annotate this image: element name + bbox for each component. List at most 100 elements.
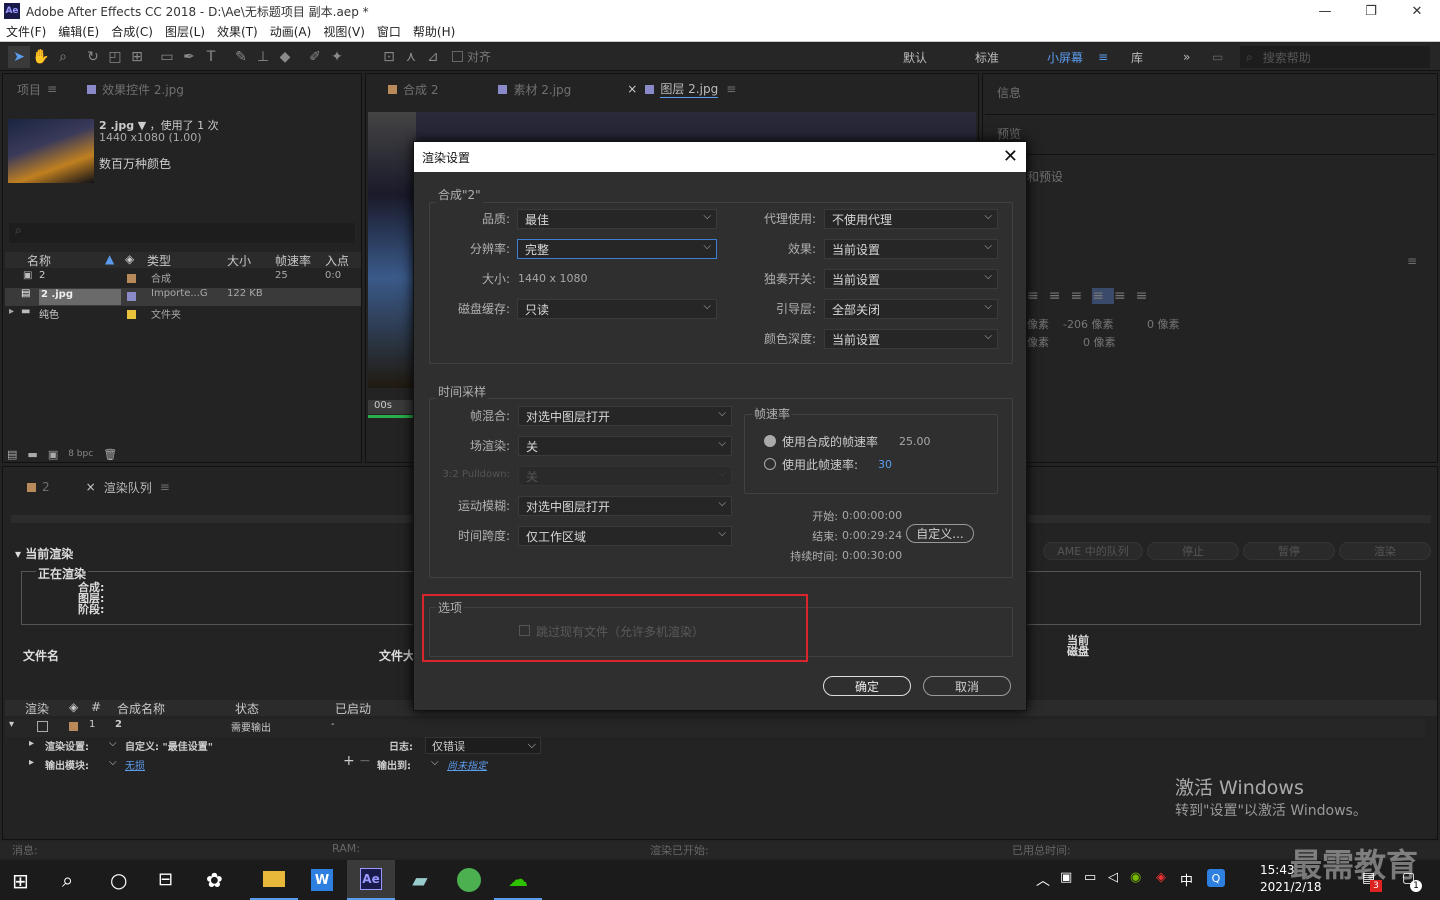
- new-comp-icon[interactable]: ▣: [48, 448, 58, 461]
- resolution-select[interactable]: 完整 ⌵: [517, 239, 717, 259]
- ame-queue-button[interactable]: AME 中的队列: [1043, 542, 1143, 560]
- chevron-down-icon[interactable]: ⌵: [431, 757, 439, 768]
- pen-tool-icon[interactable]: ✒: [178, 46, 200, 68]
- mask-tool-icon[interactable]: ▭: [156, 46, 178, 68]
- tray-app-icon[interactable]: ▣: [1060, 870, 1072, 885]
- close-window-button[interactable]: ✕: [1394, 0, 1440, 22]
- close-tab-icon[interactable]: ×: [86, 480, 96, 494]
- add-output-icon[interactable]: +: [343, 753, 355, 769]
- panel-menu-icon[interactable]: ≡: [1407, 254, 1417, 268]
- workspace-default[interactable]: 默认: [903, 43, 927, 71]
- col-inpoint[interactable]: 入点: [325, 252, 349, 269]
- expand-arrow-icon[interactable]: ▾: [9, 719, 14, 730]
- render-button[interactable]: 渲染: [1339, 542, 1431, 560]
- bpc-label[interactable]: 8 bpc: [68, 449, 93, 459]
- collapse-arrow-icon[interactable]: ▾: [15, 547, 21, 561]
- menu-view[interactable]: 视图(V): [317, 23, 371, 40]
- qq-icon[interactable]: Q: [1207, 869, 1225, 887]
- label-icon[interactable]: ◈: [69, 700, 78, 714]
- effects-select[interactable]: 当前设置 ⌵: [824, 239, 998, 259]
- menu-layer[interactable]: 图层(L): [159, 23, 211, 40]
- cortana-icon[interactable]: ○: [110, 868, 127, 892]
- use-this-fps-radio[interactable]: [764, 458, 776, 470]
- label-swatch[interactable]: [127, 292, 136, 301]
- indent-value-3[interactable]: 0 像素: [1147, 316, 1180, 332]
- tab-composition[interactable]: 合成 2: [403, 81, 438, 98]
- indent-value-1[interactable]: 像素: [1027, 316, 1049, 332]
- paragraph-align-icons[interactable]: ≡≡≡≡≡≡: [1027, 288, 1157, 304]
- workspace-small-screen[interactable]: 小屏幕: [1047, 43, 1083, 71]
- panel-menu-icon[interactable]: ≡: [47, 82, 57, 96]
- workspace-standard[interactable]: 标准: [975, 43, 999, 71]
- selection-tool-icon[interactable]: ➤: [8, 45, 30, 68]
- network-icon[interactable]: ▭: [1084, 870, 1096, 885]
- indent-value-4[interactable]: 像素: [1027, 334, 1049, 350]
- table-row[interactable]: ▤ 2 .jpg Importe...G 122 KB: [5, 288, 361, 306]
- dialog-close-icon[interactable]: ✕: [1003, 146, 1018, 167]
- table-row[interactable]: ▾ 1 2 需要输出 -: [5, 719, 1425, 737]
- after-effects-taskbar-icon[interactable]: Ae: [347, 860, 395, 900]
- snap-toggle[interactable]: 对齐: [452, 48, 491, 65]
- time-span-select[interactable]: 仅工作区域 ⌵: [518, 526, 732, 546]
- col-comp-name[interactable]: 合成名称: [117, 700, 165, 717]
- proxy-select[interactable]: 不使用代理 ⌵: [824, 209, 998, 229]
- use-this-fps-label[interactable]: 使用此帧速率:: [782, 456, 858, 473]
- col-fps[interactable]: 帧速率: [275, 252, 311, 269]
- workspace-more-button[interactable]: »: [1183, 43, 1190, 71]
- chevron-down-icon[interactable]: ⌵: [109, 738, 117, 749]
- use-comp-fps-radio[interactable]: [764, 435, 776, 447]
- task-view-icon[interactable]: ⊟: [158, 869, 173, 890]
- label-swatch[interactable]: [127, 310, 136, 319]
- camera-tool-icon[interactable]: ◰: [104, 46, 126, 68]
- custom-time-button[interactable]: 自定义...: [906, 524, 974, 543]
- panel-menu-icon[interactable]: ≡: [726, 82, 736, 96]
- field-select[interactable]: 关 ⌵: [518, 436, 732, 456]
- quality-select[interactable]: 最佳 ⌵: [517, 209, 717, 229]
- notepad-icon[interactable]: ▰: [396, 860, 444, 900]
- table-row[interactable]: ▣ 2 合成 25 0:0: [5, 270, 361, 288]
- view-axis-icon[interactable]: ⊿: [422, 46, 444, 68]
- app-pinwheel-icon[interactable]: ✿: [206, 868, 223, 892]
- eraser-tool-icon[interactable]: ◆: [274, 46, 296, 68]
- output-module-value[interactable]: 无损: [125, 757, 145, 772]
- minimize-button[interactable]: —: [1302, 0, 1348, 22]
- tray-expand-icon[interactable]: ︿: [1036, 870, 1050, 890]
- local-axis-icon[interactable]: ⊡: [378, 46, 400, 68]
- remove-output-icon[interactable]: −: [359, 753, 371, 769]
- puppet-tool-icon[interactable]: ✦: [326, 46, 348, 68]
- ime-indicator[interactable]: 中: [1180, 870, 1193, 889]
- label-swatch[interactable]: [69, 722, 78, 731]
- workspace-menu-icon[interactable]: ≡: [1098, 43, 1108, 71]
- expand-arrow-icon[interactable]: ▸: [29, 738, 34, 749]
- col-render[interactable]: 渲染: [25, 700, 49, 717]
- hand-tool-icon[interactable]: ✋: [30, 46, 52, 68]
- volume-icon[interactable]: ◁: [1108, 870, 1118, 885]
- label-icon[interactable]: ◈: [125, 252, 134, 266]
- col-started[interactable]: 已启动: [335, 700, 371, 717]
- tab-project[interactable]: 项目: [17, 81, 41, 98]
- use-comp-fps-label[interactable]: 使用合成的帧速率: [782, 433, 878, 450]
- new-folder-icon[interactable]: ▬: [27, 448, 37, 461]
- motion-blur-select[interactable]: 对选中图层打开 ⌵: [518, 496, 732, 516]
- menu-effect[interactable]: 效果(T): [211, 23, 264, 40]
- tab-footage[interactable]: 素材 2.jpg: [513, 81, 571, 98]
- render-settings-value[interactable]: 自定义: "最佳设置": [125, 738, 213, 753]
- brush-tool-icon[interactable]: ✎: [230, 46, 252, 68]
- label-swatch[interactable]: [127, 274, 136, 283]
- col-number[interactable]: #: [91, 700, 101, 714]
- menu-window[interactable]: 窗口: [371, 23, 407, 40]
- maximize-button[interactable]: ❐: [1348, 0, 1394, 22]
- tab-effect-controls[interactable]: 效果控件 2.jpg: [102, 81, 184, 98]
- sync-icon[interactable]: ▭: [1212, 43, 1223, 71]
- table-row[interactable]: ▸ ▬ 纯色 文件夹: [5, 306, 361, 324]
- preview-tab[interactable]: 预览: [997, 125, 1021, 142]
- this-fps-value[interactable]: 30: [878, 458, 892, 471]
- chevron-down-icon[interactable]: ⌵: [109, 757, 117, 768]
- solo-select[interactable]: 当前设置 ⌵: [824, 269, 998, 289]
- menu-animation[interactable]: 动画(A): [264, 23, 318, 40]
- col-name[interactable]: 名称: [27, 252, 51, 269]
- wechat-icon[interactable]: ☁: [494, 860, 542, 900]
- menu-help[interactable]: 帮助(H): [407, 23, 461, 40]
- tab-comp-2[interactable]: 2: [42, 480, 50, 494]
- stop-button[interactable]: 停止: [1147, 542, 1239, 560]
